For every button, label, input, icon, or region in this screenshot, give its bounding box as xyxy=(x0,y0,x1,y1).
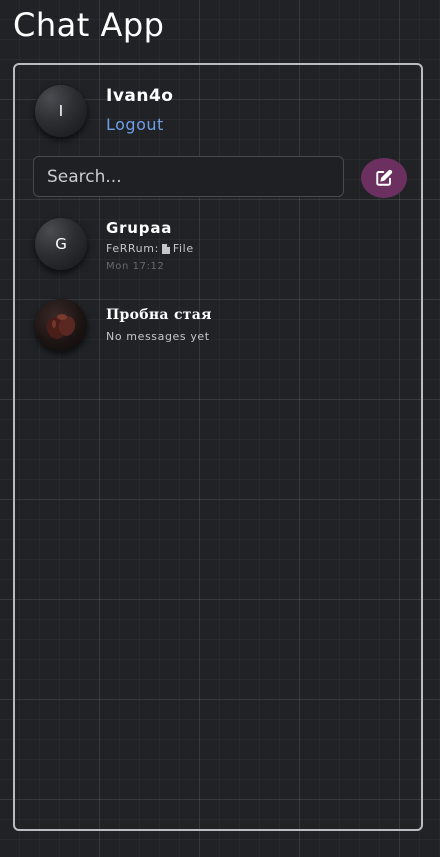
edit-icon xyxy=(376,169,393,186)
chat-last-message: No messages yet xyxy=(106,330,210,343)
chat-timestamp: Mon 17:12 xyxy=(106,261,165,272)
chat-item-probna-staya[interactable]: Пробна стая No messages yet xyxy=(15,299,421,369)
new-chat-button[interactable] xyxy=(361,158,407,198)
chat-last-message-text: No messages yet xyxy=(106,330,210,343)
chat-last-message-text: File xyxy=(172,242,194,255)
user-avatar: I xyxy=(35,85,87,137)
photo-avatar-icon xyxy=(46,314,76,339)
chat-last-message: FeRRum: File xyxy=(106,242,194,255)
chat-avatar-initial: G xyxy=(55,235,67,253)
user-name: Ivan4o xyxy=(106,86,174,106)
user-avatar-initial: I xyxy=(58,102,64,120)
chat-avatar: G xyxy=(35,218,87,270)
app-title: Chat App xyxy=(13,6,165,44)
chat-avatar-photo xyxy=(35,299,87,351)
chat-item-grupaa[interactable]: G Grupaa FeRRum: File Mon 17:12 xyxy=(15,218,421,288)
logout-link[interactable]: Logout xyxy=(106,115,164,134)
file-icon xyxy=(161,243,170,254)
chat-sidebar-panel: I Ivan4o Logout G Grupaa FeRRum: File Mo… xyxy=(13,63,423,831)
search-input[interactable] xyxy=(33,156,344,197)
chat-name: Пробна стая xyxy=(106,307,212,323)
chat-name: Grupaa xyxy=(106,219,173,237)
chat-last-message-sender: FeRRum: xyxy=(106,242,159,255)
